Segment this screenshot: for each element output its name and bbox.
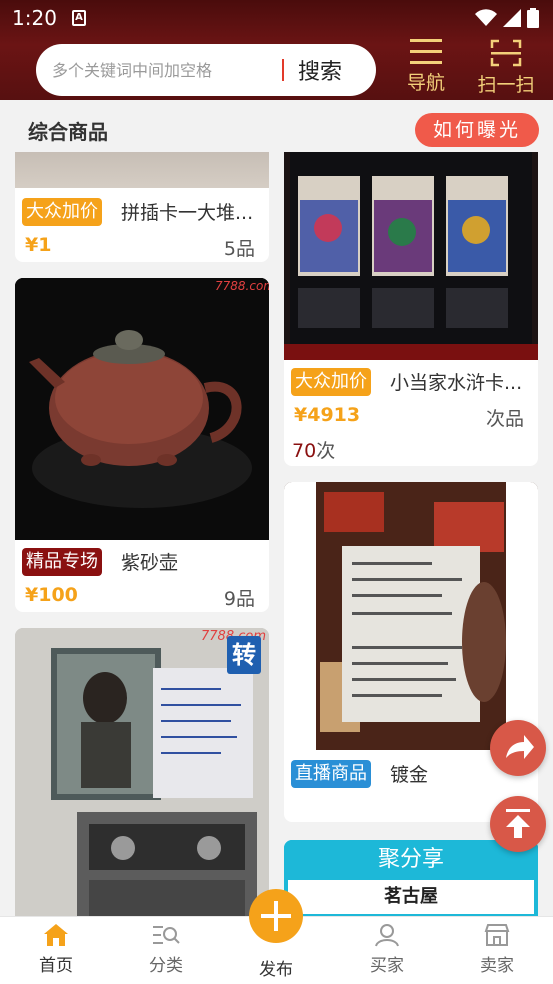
product-image bbox=[15, 152, 269, 188]
nav-home-label: 首页 bbox=[39, 956, 73, 976]
search-bar: 搜索 bbox=[36, 44, 376, 96]
product-tag: 大众加价 bbox=[22, 198, 102, 226]
product-feed: 大众加价 拼插卡一大堆... ¥1 5品 大众加价 小当家水浒卡... ¥491… bbox=[0, 152, 553, 916]
back-to-top-button[interactable] bbox=[490, 796, 546, 852]
how-to-expose-button[interactable]: 如何曝光 bbox=[414, 113, 539, 147]
bid-count-value: 70 bbox=[292, 440, 317, 462]
product-title: 紫砂壶 bbox=[121, 552, 179, 574]
product-price: ¥4913 bbox=[294, 404, 361, 426]
search-input[interactable] bbox=[52, 60, 272, 80]
wifi-icon bbox=[475, 9, 497, 26]
product-condition: 9品 bbox=[223, 588, 255, 610]
scan-button[interactable]: 扫一扫 bbox=[476, 38, 536, 97]
product-condition: 次品 bbox=[485, 408, 524, 430]
section-title: 综合商品 bbox=[28, 120, 108, 144]
nav-menu-label: 导航 bbox=[406, 72, 445, 94]
notification-a-icon: A bbox=[72, 10, 86, 26]
search-divider bbox=[282, 59, 284, 81]
product-price: ¥100 bbox=[25, 584, 78, 606]
nav-buyer[interactable]: 买家 bbox=[347, 923, 427, 976]
plus-icon bbox=[261, 901, 291, 931]
back-to-top-icon bbox=[506, 809, 530, 838]
nav-seller[interactable]: 卖家 bbox=[457, 923, 537, 976]
scan-label: 扫一扫 bbox=[477, 74, 535, 96]
product-card[interactable]: 7788.com 转 bbox=[15, 628, 269, 916]
nav-home[interactable]: 首页 bbox=[16, 923, 96, 976]
product-price: ¥1 bbox=[25, 234, 52, 256]
product-card[interactable]: 7788.com 精品专场 紫砂壶 ¥100 9品 bbox=[15, 278, 269, 612]
product-condition: 5品 bbox=[223, 238, 255, 260]
watermark-text: 7788.com bbox=[215, 279, 269, 293]
battery-icon bbox=[527, 8, 539, 28]
status-bar: 1:20 A bbox=[0, 0, 553, 38]
home-icon bbox=[44, 924, 68, 946]
share-card-shop: 茗古屋 bbox=[288, 880, 534, 914]
shop-icon bbox=[484, 924, 510, 946]
transfer-badge: 转 bbox=[227, 636, 261, 674]
product-card[interactable]: 大众加价 小当家水浒卡... ¥4913 次品 70次 bbox=[284, 152, 538, 466]
user-icon bbox=[375, 924, 399, 947]
product-title: 小当家水浒卡... bbox=[390, 372, 523, 394]
product-tag: 直播商品 bbox=[291, 760, 371, 788]
section-bar: 综合商品 如何曝光 bbox=[0, 100, 553, 152]
share-arrow-icon bbox=[506, 735, 534, 759]
publish-button[interactable] bbox=[249, 889, 303, 943]
search-button[interactable]: 搜索 bbox=[298, 54, 342, 86]
product-image bbox=[284, 482, 538, 750]
product-image bbox=[284, 152, 538, 360]
nav-menu-button[interactable]: 导航 bbox=[396, 38, 456, 95]
product-image: 7788.com bbox=[15, 278, 269, 540]
publish-label: 发布 bbox=[259, 960, 293, 980]
scan-icon bbox=[490, 39, 522, 67]
nav-category-label: 分类 bbox=[149, 956, 183, 976]
share-button[interactable] bbox=[490, 720, 546, 776]
signal-icon bbox=[503, 9, 521, 27]
nav-seller-label: 卖家 bbox=[480, 956, 514, 976]
menu-icon bbox=[410, 39, 442, 64]
bottom-navigation: 首页 分类 发布 买家 卖家 bbox=[0, 889, 553, 984]
app-header: 1:20 A 搜索 导航 扫一扫 bbox=[0, 0, 553, 100]
bid-count-unit: 次 bbox=[316, 440, 336, 462]
status-time: 1:20 bbox=[12, 6, 57, 30]
nav-category[interactable]: 分类 bbox=[126, 923, 206, 976]
product-title: 拼插卡一大堆... bbox=[121, 202, 254, 224]
category-search-icon bbox=[153, 926, 180, 944]
status-icons bbox=[475, 8, 539, 28]
bid-count: 70次 bbox=[292, 436, 335, 463]
product-card[interactable]: 大众加价 拼插卡一大堆... ¥1 5品 bbox=[15, 152, 269, 262]
product-tag: 大众加价 bbox=[291, 368, 371, 396]
nav-buyer-label: 买家 bbox=[370, 956, 404, 976]
product-tag: 精品专场 bbox=[22, 548, 102, 576]
